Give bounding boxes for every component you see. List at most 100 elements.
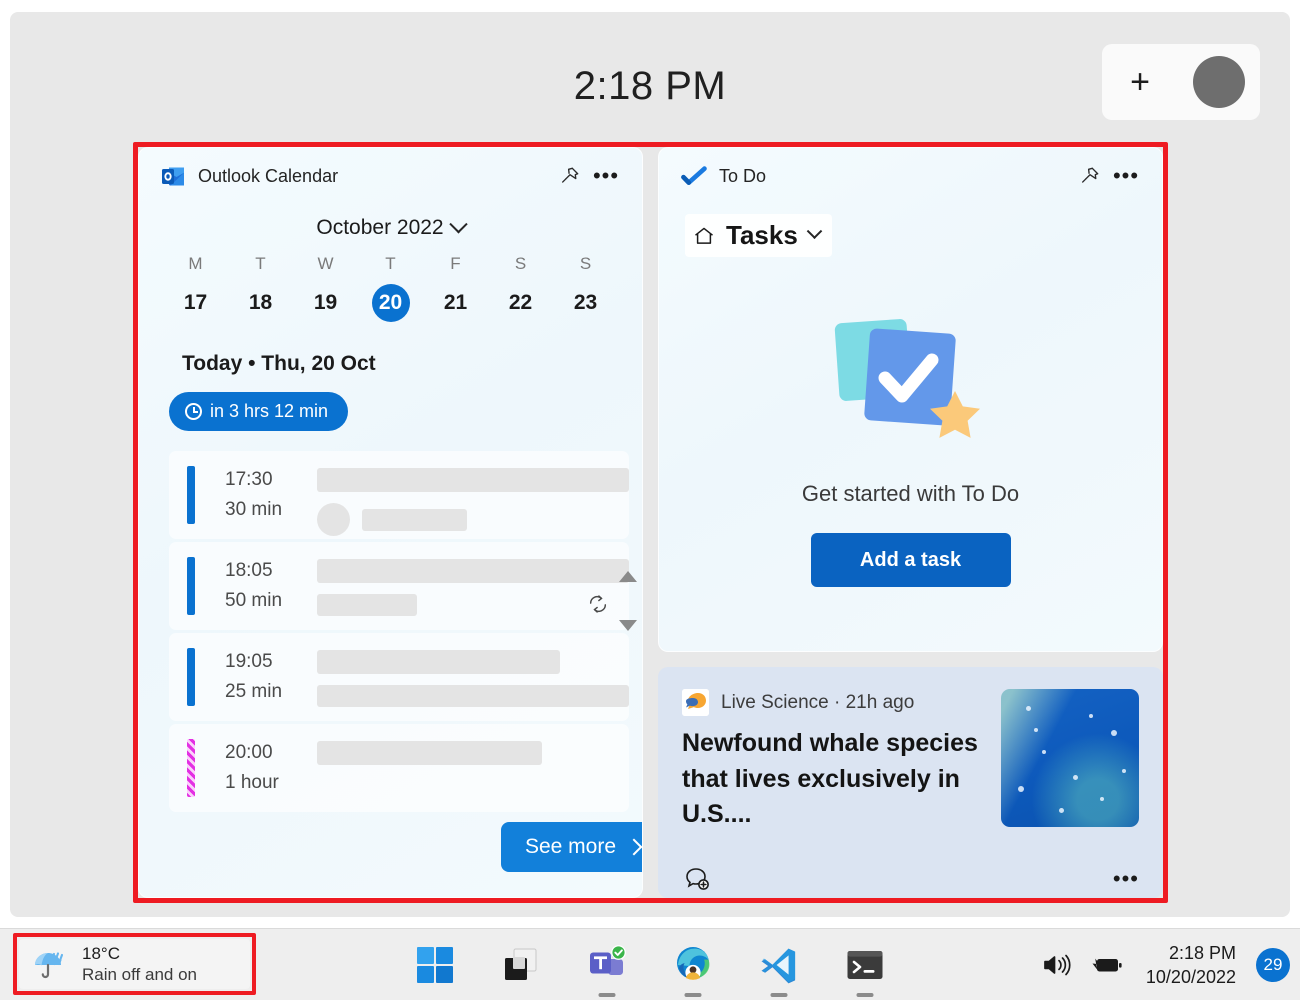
calendar-day[interactable]: 21: [423, 284, 488, 322]
battery-charging-icon[interactable]: [1090, 948, 1124, 982]
scroll-up-arrow-icon[interactable]: [619, 571, 637, 582]
month-label: October 2022: [316, 216, 443, 240]
taskbar-clock[interactable]: 2:18 PM 10/20/2022: [1146, 942, 1236, 989]
event-duration: 30 min: [225, 495, 317, 525]
avatar[interactable]: [1193, 56, 1245, 108]
todo-widget-header: To Do •••: [659, 148, 1162, 204]
pin-icon[interactable]: [1072, 158, 1108, 194]
event-title-placeholder: [317, 559, 629, 583]
event-color-stripe: [187, 466, 195, 524]
chevron-down-icon: [807, 223, 823, 239]
day-number-row: 17 18 19 20 21 22 23: [139, 284, 642, 322]
notification-badge[interactable]: 29: [1256, 948, 1290, 982]
event-color-stripe: [187, 648, 195, 706]
microsoft-teams[interactable]: [582, 939, 632, 991]
system-tray: 2:18 PM 10/20/2022 29: [1040, 929, 1290, 1000]
event-attendee-row: [317, 503, 629, 536]
weekday-label: T: [228, 254, 293, 274]
more-options-icon[interactable]: •••: [588, 158, 624, 194]
event-start-time: 19:05: [225, 647, 317, 677]
event-content: [317, 462, 629, 528]
event-start-time: 20:00: [225, 738, 317, 768]
event-title-placeholder: [317, 650, 560, 674]
event-time-block: 19:05 25 min: [225, 647, 317, 707]
event-row[interactable]: 18:05 50 min: [169, 542, 629, 630]
event-subtitle-placeholder: [317, 594, 417, 616]
calendar-day-today[interactable]: 20: [358, 284, 423, 322]
calendar-day[interactable]: 22: [488, 284, 553, 322]
task-list-name: Tasks: [726, 220, 798, 251]
more-options-glyph: •••: [1113, 171, 1139, 181]
news-card[interactable]: Live Science · 21h ago Newfound whale sp…: [658, 667, 1163, 898]
calendar-day[interactable]: 18: [228, 284, 293, 322]
taskbar-date: 10/20/2022: [1146, 965, 1236, 989]
event-time-block: 18:05 50 min: [225, 556, 317, 616]
calendar-day[interactable]: 17: [163, 284, 228, 322]
news-text-block: Live Science · 21h ago Newfound whale sp…: [682, 689, 1001, 833]
weekday-label: F: [423, 254, 488, 274]
outlook-calendar-widget[interactable]: Outlook Calendar •••: [138, 147, 643, 898]
event-start-time: 17:30: [225, 465, 317, 495]
weekday-label: S: [553, 254, 618, 274]
event-color-stripe: [187, 557, 195, 615]
event-content: [317, 735, 629, 801]
chevron-right-icon: [626, 839, 643, 856]
add-task-button[interactable]: Add a task: [811, 533, 1011, 587]
todo-check-icon: [681, 166, 707, 186]
news-thumbnail-whale-photo: [1001, 689, 1139, 827]
news-card-inner: Live Science · 21h ago Newfound whale sp…: [658, 667, 1163, 833]
weekday-header-row: M T W T F S S: [139, 254, 642, 274]
add-widget-button[interactable]: +: [1117, 59, 1163, 105]
event-subtitle-placeholder: [317, 685, 629, 707]
calendar-day[interactable]: 19: [293, 284, 358, 322]
event-content: [317, 644, 629, 710]
weekday-label: W: [293, 254, 358, 274]
todo-widget[interactable]: To Do •••: [658, 147, 1163, 652]
pin-icon[interactable]: [552, 158, 588, 194]
event-subtitle-placeholder: [362, 509, 467, 531]
next-event-countdown[interactable]: in 3 hrs 12 min: [169, 392, 348, 431]
more-options-glyph: •••: [593, 171, 619, 181]
event-title-placeholder: [317, 741, 542, 765]
event-content: [317, 553, 629, 619]
event-row[interactable]: 19:05 25 min: [169, 633, 629, 721]
volume-icon[interactable]: [1040, 948, 1074, 982]
microsoft-edge[interactable]: [668, 939, 718, 991]
event-duration: 25 min: [225, 677, 317, 707]
event-title-placeholder: [317, 468, 629, 492]
event-row[interactable]: 17:30 30 min: [169, 451, 629, 539]
event-row[interactable]: 20:00 1 hour: [169, 724, 629, 812]
taskbar-time: 2:18 PM: [1146, 942, 1236, 965]
more-options-icon[interactable]: •••: [1108, 158, 1144, 194]
news-source-label: Live Science · 21h ago: [721, 692, 914, 714]
home-icon: [693, 225, 715, 247]
todo-empty-message: Get started with To Do: [802, 481, 1019, 507]
visual-studio-code[interactable]: [754, 939, 804, 991]
live-science-icon: [682, 689, 709, 716]
feedback-icon[interactable]: [684, 866, 712, 892]
event-list-scrollbar[interactable]: [617, 571, 639, 631]
month-selector[interactable]: October 2022: [139, 216, 642, 240]
outlook-widget-header: Outlook Calendar •••: [139, 148, 642, 204]
event-list: 17:30 30 min: [169, 451, 629, 812]
calendar-day[interactable]: 23: [553, 284, 618, 322]
clock-icon: [185, 403, 202, 420]
widget-column-left: Outlook Calendar •••: [138, 147, 643, 898]
todo-empty-state: Get started with To Do Add a task: [659, 313, 1162, 587]
todo-widget-title: To Do: [719, 166, 1072, 187]
taskbar: 18°C Rain off and on: [0, 928, 1300, 1000]
task-view-button[interactable]: [496, 939, 546, 991]
countdown-label: in 3 hrs 12 min: [210, 401, 328, 422]
windows-terminal[interactable]: [840, 939, 890, 991]
start-button[interactable]: [410, 939, 460, 991]
weekday-label: M: [163, 254, 228, 274]
event-time-block: 17:30 30 min: [225, 465, 317, 525]
task-list-selector[interactable]: Tasks: [685, 214, 832, 257]
widgets-header-actions: +: [1102, 44, 1260, 120]
see-more-button[interactable]: See more: [501, 822, 643, 872]
see-more-label: See more: [525, 835, 616, 859]
scroll-down-arrow-icon[interactable]: [619, 620, 637, 631]
event-time-block: 20:00 1 hour: [225, 738, 317, 798]
news-more-options-icon[interactable]: •••: [1113, 874, 1139, 884]
event-start-time: 18:05: [225, 556, 317, 586]
